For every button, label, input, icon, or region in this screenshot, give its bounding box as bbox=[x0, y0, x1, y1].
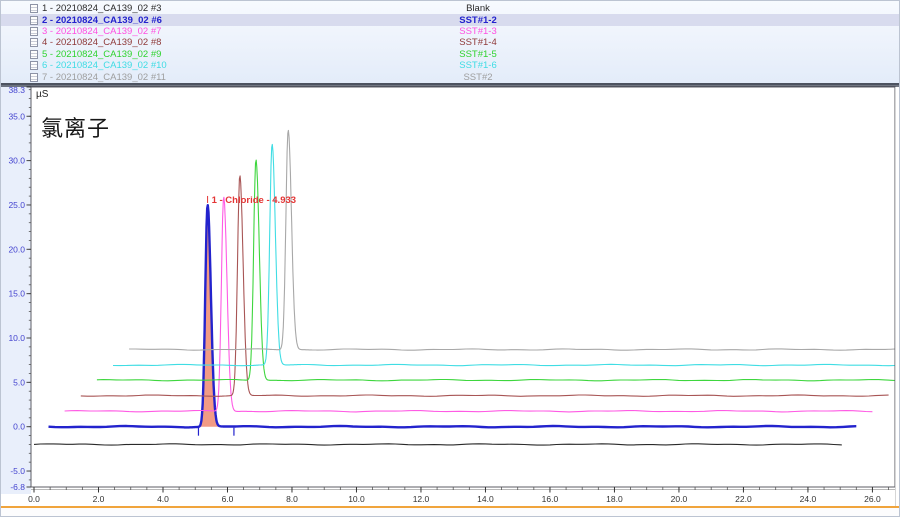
y-axis: -6.8 -5.0 0.0 5.0 10.0 15.0 20.0 25.0 30.0 35.0 38… bbox=[8, 85, 31, 492]
right-margin-strip bbox=[895, 87, 900, 507]
y-axis-unit-label: µS bbox=[36, 89, 48, 100]
svg-text:10.0: 10.0 bbox=[348, 494, 365, 504]
svg-text:0.0: 0.0 bbox=[28, 494, 40, 504]
chromatogram-overlay-window: 1 - 20210824_CA139_02 #3Blank2 - 2021082… bbox=[0, 0, 900, 517]
svg-text:38.3: 38.3 bbox=[8, 85, 25, 95]
svg-text:10.0: 10.0 bbox=[8, 333, 25, 343]
svg-text:5.0: 5.0 bbox=[13, 377, 25, 387]
svg-text:18.0: 18.0 bbox=[606, 494, 623, 504]
svg-text:2.0: 2.0 bbox=[93, 494, 105, 504]
svg-text:20.0: 20.0 bbox=[671, 494, 688, 504]
svg-text:24.0: 24.0 bbox=[800, 494, 817, 504]
bottom-strip bbox=[1, 508, 900, 517]
svg-text:6.0: 6.0 bbox=[222, 494, 234, 504]
svg-text:-6.8: -6.8 bbox=[10, 482, 25, 492]
svg-text:30.0: 30.0 bbox=[8, 156, 25, 166]
svg-text:25.0: 25.0 bbox=[8, 200, 25, 210]
svg-text:26.0: 26.0 bbox=[864, 494, 881, 504]
plot-title: 氯离子 bbox=[41, 111, 110, 143]
svg-text:0.0: 0.0 bbox=[13, 422, 25, 432]
svg-text:35.0: 35.0 bbox=[8, 111, 25, 121]
chromatogram-plot[interactable]: 1 - Chloride - 4.933 -6.8 -5.0 0.0 5.0 10.0 15… bbox=[1, 1, 900, 517]
svg-text:4.0: 4.0 bbox=[157, 494, 169, 504]
svg-text:14.0: 14.0 bbox=[477, 494, 494, 504]
svg-text:20.0: 20.0 bbox=[8, 244, 25, 254]
svg-text:-5.0: -5.0 bbox=[10, 466, 25, 476]
svg-text:22.0: 22.0 bbox=[735, 494, 752, 504]
peak-label: 1 - Chloride - 4.933 bbox=[212, 195, 296, 206]
svg-text:15.0: 15.0 bbox=[8, 289, 25, 299]
svg-text:12.0: 12.0 bbox=[413, 494, 430, 504]
svg-text:8.0: 8.0 bbox=[286, 494, 298, 504]
svg-text:16.0: 16.0 bbox=[542, 494, 559, 504]
